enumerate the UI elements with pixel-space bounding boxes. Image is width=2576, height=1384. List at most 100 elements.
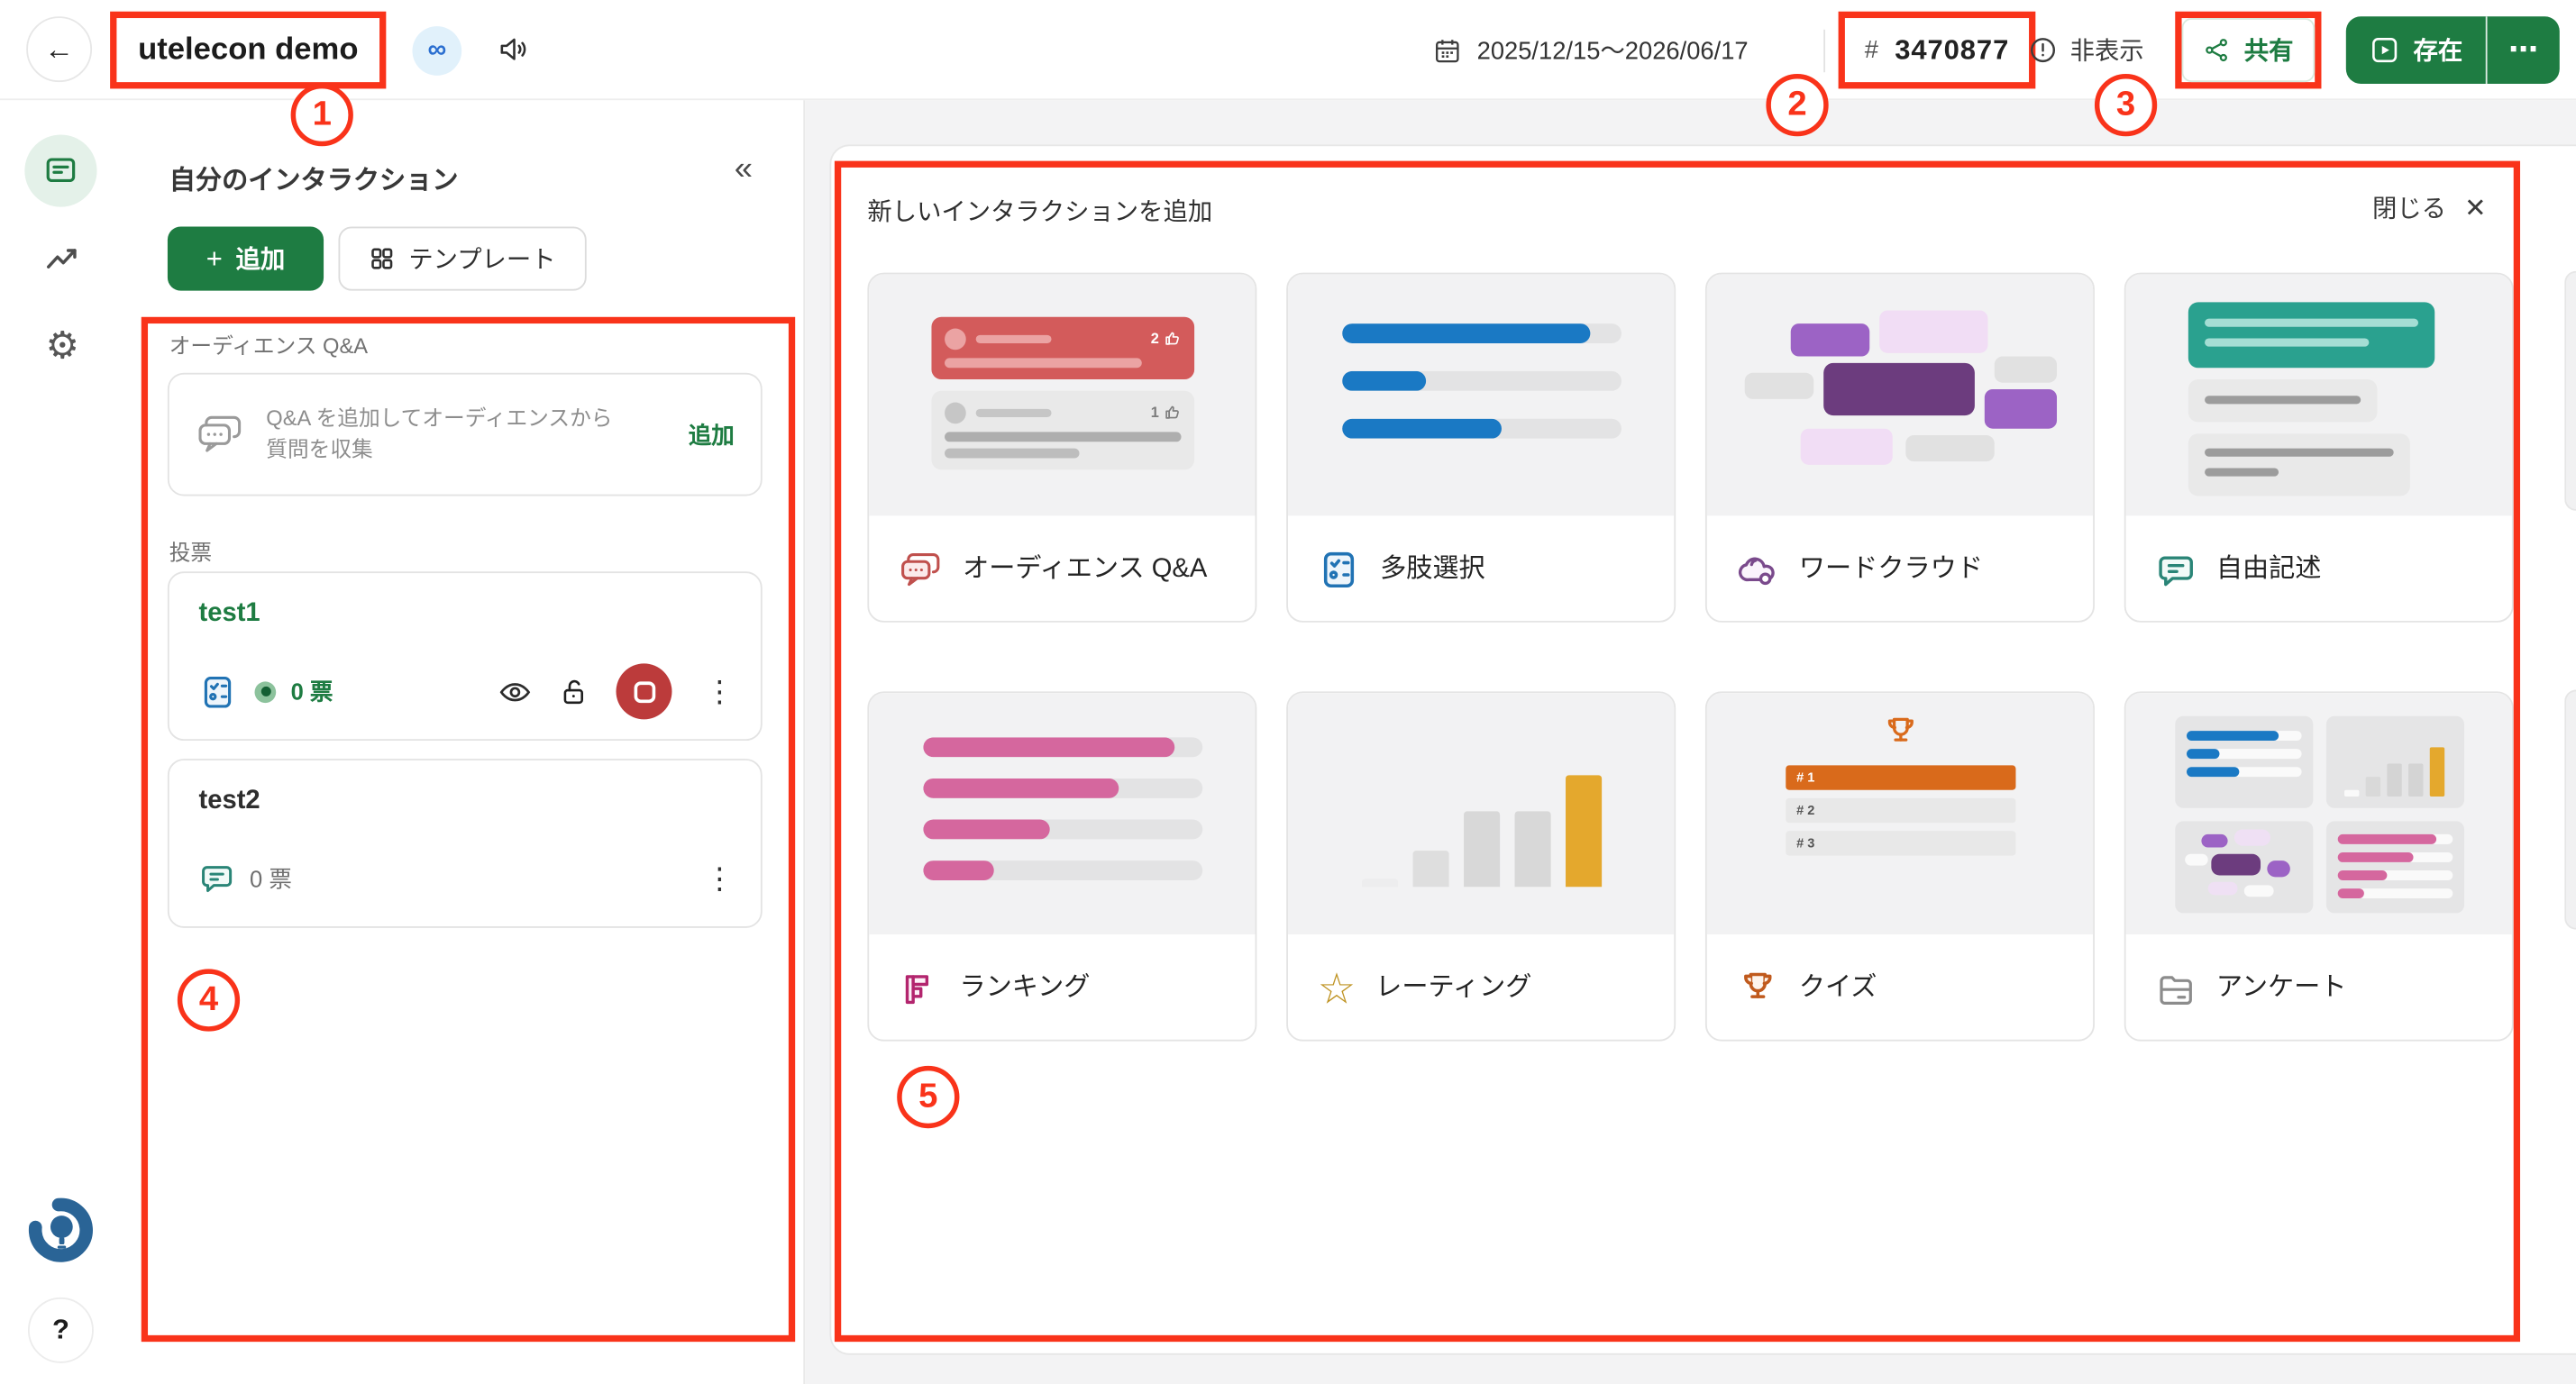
date-range-control[interactable]: 2025/12/15〜2026/06/17 — [1432, 0, 1748, 100]
poll-card-test2[interactable]: test2 0 票 ⋮ — [168, 759, 763, 928]
word-cloud-illustration — [1707, 274, 2093, 515]
interaction-card-multiple-choice[interactable]: 多肢選択 — [1286, 273, 1676, 623]
interaction-card-rating[interactable]: ☆ レーティング — [1286, 691, 1676, 1041]
interaction-card-quiz[interactable]: # 1 # 2 # 3 クイズ — [1705, 691, 2095, 1041]
grid-icon — [370, 246, 394, 270]
polls-section-label: 投票 — [169, 535, 212, 567]
collapse-panel-button[interactable]: « — [735, 151, 753, 189]
present-label: 存在 — [2414, 32, 2463, 67]
date-range-label: 2025/12/15〜2026/06/17 — [1477, 32, 1749, 67]
partial-card-sliver — [2564, 271, 2576, 511]
modal-title: 新しいインタラクションを追加 — [867, 194, 1212, 228]
nav-rail: ⚙ ? — [0, 100, 123, 1384]
multiple-choice-illustration — [1288, 274, 1674, 515]
interaction-card-ranking[interactable]: ランキング — [867, 691, 1256, 1041]
more-options-button[interactable]: ⋯ — [2488, 16, 2560, 84]
quiz-illustration: # 1 # 2 # 3 — [1707, 693, 2093, 934]
chevrons-left-icon: « — [735, 151, 753, 187]
templates-button[interactable]: テンプレート — [338, 227, 586, 291]
stop-square-icon — [634, 681, 655, 703]
interaction-card-survey[interactable]: アンケート — [2124, 691, 2514, 1041]
survey-illustration — [2126, 693, 2512, 934]
qa-section-label: オーディエンス Q&A — [169, 329, 368, 360]
ranking-icon — [899, 968, 940, 1009]
topbar-divider — [1823, 30, 1825, 72]
shield-alert-icon — [2027, 34, 2059, 66]
qa-prompt-card[interactable]: Q&A を追加してオーディエンスから質問を収集 追加 — [168, 373, 763, 496]
add-interaction-button[interactable]: + 追加 — [168, 227, 324, 291]
thumbs-up-icon — [1164, 330, 1180, 346]
hash-icon: # — [1865, 36, 1878, 64]
rail-item-interactions[interactable] — [24, 134, 96, 206]
close-icon: ✕ — [2464, 191, 2486, 223]
trophy-icon — [1737, 968, 1779, 1010]
card-label: クイズ — [1799, 971, 1877, 1006]
plus-icon: + — [206, 242, 223, 275]
voting-code[interactable]: 3470877 — [1895, 33, 2009, 66]
mentimeter-logo[interactable] — [24, 1194, 96, 1266]
annotation-box-1: utelecon demo — [110, 12, 386, 89]
vote-count: 0 票 — [250, 862, 292, 895]
poll-controls-row: 0 票 — [199, 662, 741, 722]
calendar-icon — [1432, 35, 1462, 65]
interaction-type-grid: 2 1 — [867, 273, 2513, 1042]
app-window: ← utelecon demo ∞ 2025/12/15〜202 — [0, 0, 2576, 1384]
live-status-dot — [255, 681, 277, 703]
poll-title: test1 — [199, 599, 260, 629]
close-modal-button[interactable]: 閉じる ✕ — [2372, 190, 2487, 224]
unlock-icon[interactable] — [559, 676, 590, 707]
present-button[interactable]: 存在 — [2346, 16, 2486, 84]
qa-illustration: 2 1 — [869, 274, 1255, 515]
open-ended-icon — [199, 860, 235, 897]
multiple-choice-icon — [1318, 549, 1360, 591]
stop-button[interactable] — [617, 663, 672, 719]
webex-badge[interactable]: ∞ — [412, 26, 461, 76]
close-label: 閉じる — [2372, 190, 2446, 224]
share-label: 共有 — [2244, 32, 2294, 67]
quiz-rank-2: # 2 — [1785, 798, 2014, 823]
hidden-label: 非表示 — [2070, 32, 2144, 67]
webex-logo-icon: ∞ — [427, 36, 446, 66]
qa-add-link[interactable]: 追加 — [689, 418, 735, 451]
open-ended-icon — [2155, 550, 2197, 591]
poll-title: test2 — [199, 787, 260, 816]
card-label: オーディエンス Q&A — [963, 553, 1209, 587]
card-label: レーティング — [1375, 971, 1531, 1006]
card-label: 多肢選択 — [1380, 553, 1485, 587]
panel-title: 自分のインタラクション — [169, 158, 459, 197]
top-bar: ← utelecon demo ∞ 2025/12/15〜202 — [0, 0, 2576, 100]
like-count: 1 — [1151, 404, 1159, 420]
back-button[interactable]: ← — [26, 16, 92, 82]
gear-icon: ⚙ — [45, 326, 79, 364]
ranking-illustration — [869, 693, 1255, 934]
eye-icon[interactable] — [498, 674, 532, 708]
trophy-icon — [1880, 713, 1920, 752]
presentation-title: utelecon demo — [138, 32, 358, 68]
rail-item-settings[interactable]: ⚙ — [41, 323, 84, 366]
interaction-card-open-ended[interactable]: 自由記述 — [2124, 273, 2514, 623]
interaction-card-audience-qa[interactable]: 2 1 — [867, 273, 1256, 623]
qa-bubbles-icon — [196, 412, 245, 456]
poll-card-test1[interactable]: test1 0 票 — [168, 571, 763, 741]
vote-count: 0 票 — [291, 675, 333, 707]
quiz-rank-3: # 3 — [1785, 831, 2014, 855]
card-label: アンケート — [2216, 971, 2347, 1006]
speaker-icon[interactable] — [498, 32, 530, 65]
interaction-card-word-cloud[interactable]: ワードクラウド — [1705, 273, 2095, 623]
hidden-toggle[interactable]: 非表示 — [2027, 0, 2143, 100]
interactions-panel: 自分のインタラクション « + 追加 テンプレート オーディエンス Q&A — [123, 100, 805, 1384]
folder-icon — [2155, 968, 2197, 1009]
like-count: 2 — [1151, 330, 1159, 346]
kebab-menu-icon[interactable]: ⋮ — [699, 861, 741, 896]
back-arrow-icon: ← — [44, 32, 74, 67]
kebab-menu-icon[interactable]: ⋮ — [699, 674, 741, 708]
trend-up-icon — [42, 240, 82, 279]
slides-icon — [42, 153, 78, 189]
card-label: 自由記述 — [2216, 553, 2322, 587]
rail-item-results[interactable] — [41, 238, 84, 280]
share-button[interactable]: 共有 — [2182, 18, 2316, 82]
annotation-box-3: 共有 — [2175, 12, 2321, 89]
audience-qa-icon — [899, 551, 943, 590]
card-label: ランキング — [959, 971, 1090, 1006]
help-button[interactable]: ? — [28, 1298, 94, 1363]
